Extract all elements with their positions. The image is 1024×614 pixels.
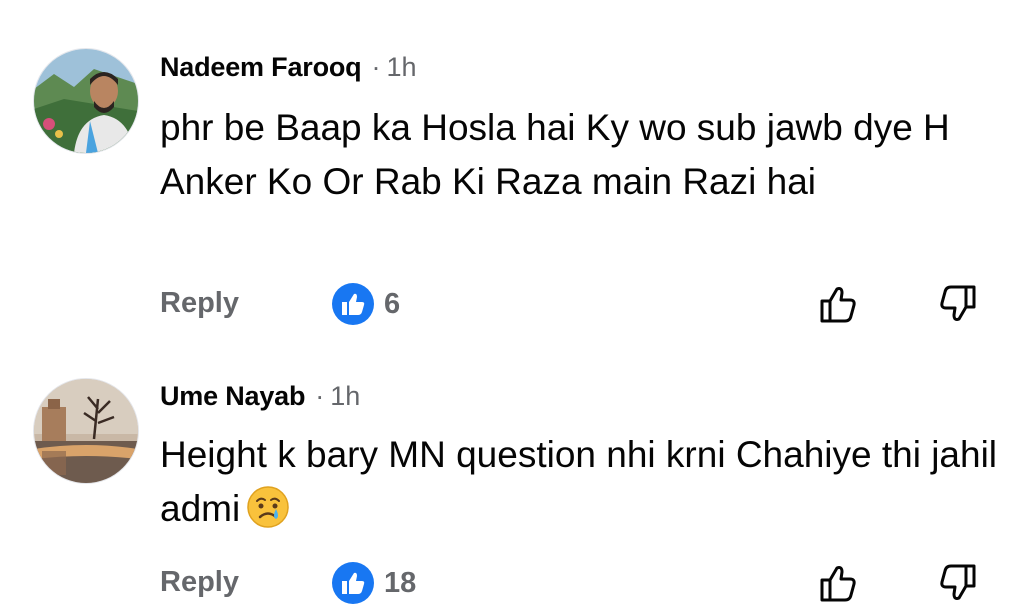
avatar[interactable]: [33, 378, 139, 484]
downvote-button[interactable]: [934, 560, 980, 606]
timestamp[interactable]: 1h: [386, 52, 416, 83]
downvote-button[interactable]: [934, 281, 980, 327]
avatar-photo: [34, 49, 138, 153]
upvote-button[interactable]: [816, 560, 862, 606]
comment-header: Nadeem Farooq · 1h: [160, 52, 417, 83]
timestamp[interactable]: 1h: [330, 381, 360, 412]
reaction-count: 18: [384, 566, 417, 599]
comment-actions: Reply 6: [160, 283, 1024, 327]
comment-text: phr be Baap ka Hosla hai Ky wo sub jawb …: [160, 107, 950, 202]
thumbs-down-icon: [940, 564, 976, 600]
sad-tear-emoji: [247, 486, 289, 528]
comment: Nadeem Farooq · 1h phr be Baap ka Hosla …: [0, 0, 1024, 340]
comment-actions: Reply 18: [160, 562, 1024, 606]
upvote-button[interactable]: [816, 281, 862, 327]
comment-text-block: Height k bary MN question nhi krni Chahi…: [160, 428, 1000, 536]
reply-button[interactable]: Reply: [160, 287, 239, 320]
reply-button[interactable]: Reply: [160, 566, 239, 599]
comment-header: Ume Nayab · 1h: [160, 381, 360, 412]
thumbs-up-icon: [820, 287, 856, 323]
reaction-summary[interactable]: 6: [332, 283, 400, 325]
thumbs-up-icon: [820, 566, 856, 602]
like-reaction-icon: [332, 283, 374, 325]
comment: Ume Nayab · 1h Height k bary MN question…: [0, 340, 1024, 614]
author-name[interactable]: Nadeem Farooq: [160, 52, 362, 83]
reaction-summary[interactable]: 18: [332, 562, 416, 604]
avatar-photo: [34, 379, 138, 483]
separator-dot: ·: [371, 52, 381, 82]
thumbs-down-icon: [940, 285, 976, 321]
avatar[interactable]: [33, 48, 139, 154]
reaction-count: 6: [384, 287, 401, 320]
like-reaction-icon: [332, 562, 374, 604]
separator-dot: ·: [315, 381, 325, 411]
author-name[interactable]: Ume Nayab: [160, 381, 305, 412]
